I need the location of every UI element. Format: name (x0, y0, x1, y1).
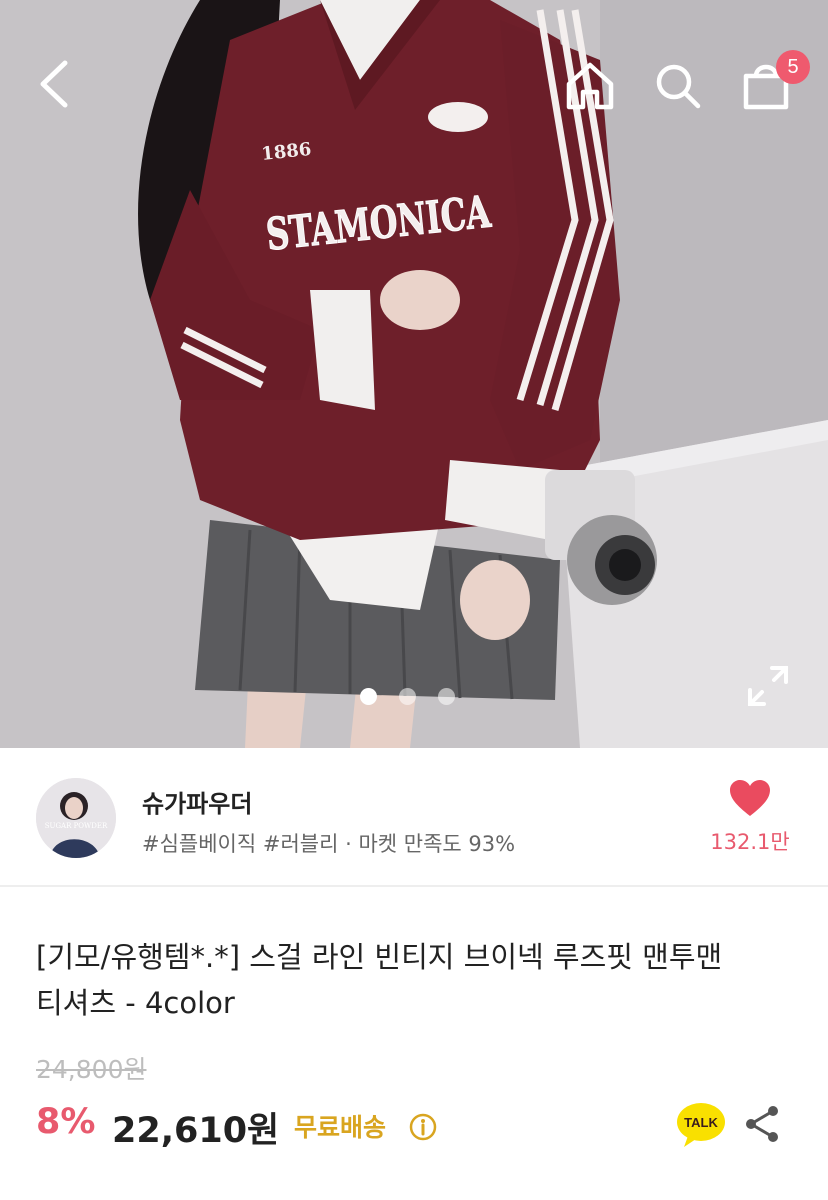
shop-name[interactable]: 슈가파우더 (142, 784, 252, 819)
back-button[interactable] (22, 52, 86, 116)
home-button[interactable] (558, 54, 622, 118)
info-icon (409, 1113, 437, 1141)
product-title-line-1: [기모/유행템*.*] 스걸 라인 빈티지 브이넥 루즈핏 맨투맨 (36, 940, 723, 974)
heart-icon (730, 780, 770, 816)
shipping-info-button[interactable] (408, 1112, 438, 1142)
share-button[interactable] (740, 1102, 784, 1146)
product-title: [기모/유행템*.*] 스걸 라인 빈티지 브이넥 루즈핏 맨투맨 티셔츠 - … (36, 934, 796, 1026)
shop-avatar-image: SUGAR POWDER (36, 778, 116, 858)
chevron-left-icon (40, 60, 68, 108)
svg-text:SUGAR POWDER: SUGAR POWDER (45, 822, 108, 830)
search-button[interactable] (646, 54, 710, 118)
gallery-dot-2[interactable] (399, 688, 416, 705)
share-icon (746, 1106, 778, 1142)
home-icon (566, 62, 614, 110)
sale-price: 22,610원 (112, 1111, 280, 1151)
shop-avatar[interactable]: SUGAR POWDER (36, 778, 116, 858)
like-button[interactable] (728, 778, 772, 818)
gallery-dot-1[interactable] (360, 688, 377, 705)
discount-rate: 8% (36, 1102, 96, 1142)
product-image-gallery[interactable]: 1886 STAMONICA 5 (0, 0, 828, 748)
expand-icon (748, 666, 788, 706)
kakao-talk-button[interactable]: TALK (674, 1100, 728, 1150)
free-shipping-label: 무료배송 (294, 1113, 387, 1142)
shop-tags: #심플베이직 #러블리 · 마켓 만족도 93% (142, 832, 516, 856)
expand-image-button[interactable] (742, 660, 794, 712)
svg-text:TALK: TALK (684, 1115, 718, 1130)
original-price: 24,800원 (36, 1055, 147, 1084)
kakao-talk-icon: TALK (677, 1103, 725, 1147)
search-icon (656, 64, 701, 109)
shop-info-row[interactable]: SUGAR POWDER 슈가파우더 #심플베이직 #러블리 · 마켓 만족도 … (0, 748, 828, 886)
section-divider (0, 885, 828, 887)
like-count: 132.1만 (710, 830, 790, 854)
product-title-line-2: 티셔츠 - 4color (36, 986, 235, 1020)
cart-count-badge: 5 (776, 50, 810, 84)
gallery-pagination (360, 688, 455, 705)
gallery-dot-3[interactable] (438, 688, 455, 705)
